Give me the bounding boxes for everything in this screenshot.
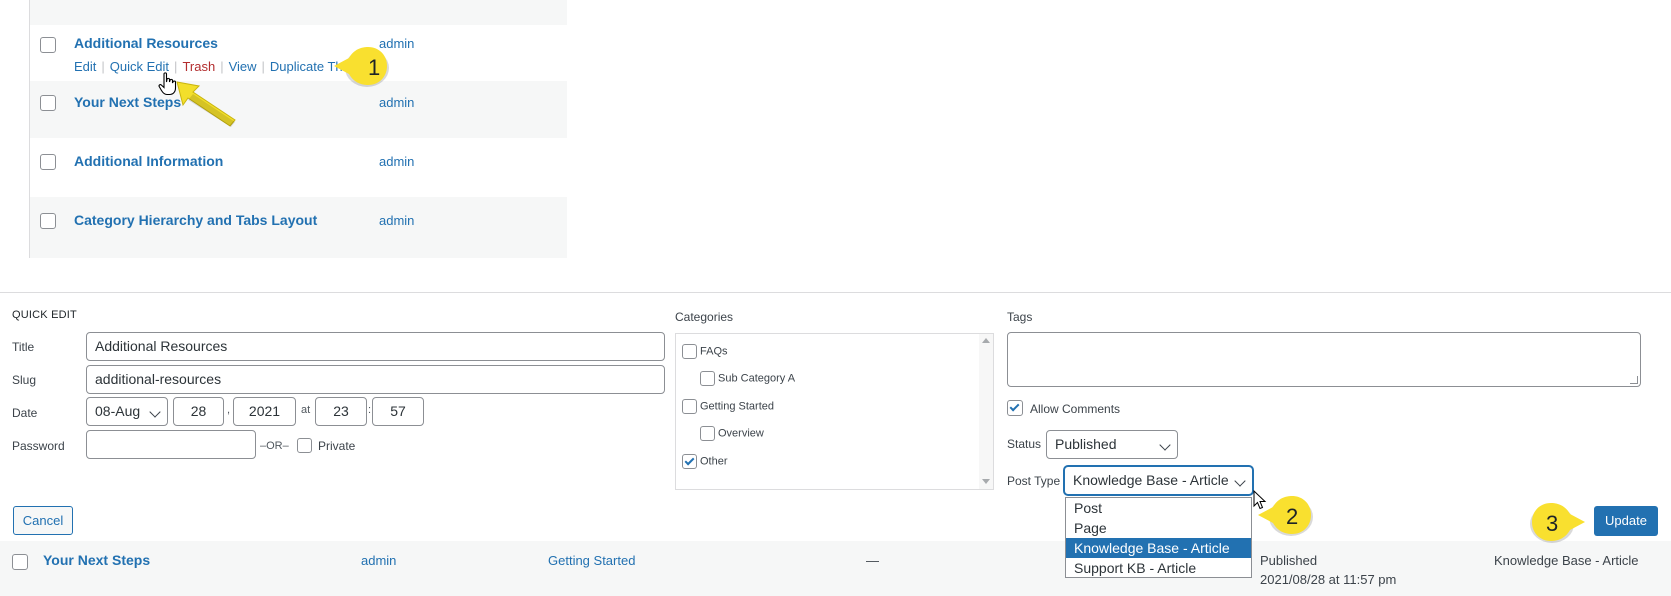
scroll-up-icon[interactable] [982,338,990,343]
chevron-down-icon [1234,475,1246,487]
post-title-link[interactable]: Category Hierarchy and Tabs Layout [74,212,317,228]
post-type-value: Knowledge Base - Article [1073,472,1229,488]
private-label: Private [318,439,356,453]
status-label: Status [1007,437,1042,451]
password-input[interactable] [86,430,256,459]
day-input[interactable]: 28 [173,397,224,426]
categories-scrollbar[interactable] [979,334,993,489]
callout-bubble-2 [1258,496,1313,536]
checkbox-icon[interactable] [682,344,697,359]
checkbox-icon[interactable] [682,454,697,469]
post-author-link[interactable]: admin [379,95,414,110]
posts-list-panel: Additional Resources admin Edit | Quick Ed… [29,0,568,258]
post-author-link[interactable]: admin [379,154,414,169]
private-checkbox[interactable] [297,438,312,453]
chevron-down-icon [149,406,161,418]
post-title-link[interactable]: Your Next Steps [74,94,181,110]
row-checkbox[interactable] [40,213,56,229]
password-label: Password [12,439,65,453]
post-status: Published [1260,553,1318,568]
table-row: Additional Information admin [30,138,568,197]
scroll-down-icon[interactable] [982,479,990,484]
checkmark-icon [684,455,695,466]
callout-number-3: 3 [1546,511,1559,536]
quick-edit-heading: QUICK EDIT [12,309,77,321]
checkbox-icon[interactable] [700,426,715,441]
post-type-select[interactable]: Knowledge Base - Article [1064,466,1253,495]
divider [0,292,1671,293]
hour-input[interactable]: 23 [315,397,367,426]
cancel-button[interactable]: Cancel [13,506,73,535]
yellow-arrow-icon [176,81,236,127]
slug-label: Slug [12,373,37,387]
allow-comments-checkbox[interactable] [1007,400,1023,416]
date-label: Date [12,406,38,420]
month-select[interactable]: 08-Aug [86,397,168,426]
post-category-link[interactable]: Getting Started [548,553,635,568]
post-title-link[interactable]: Your Next Steps [43,552,150,568]
resize-handle-icon[interactable] [1630,376,1638,384]
status-select[interactable]: Published [1046,430,1178,459]
post-type-dropdown[interactable]: Post Page Knowledge Base - Article Suppo… [1065,497,1252,578]
categories-list[interactable]: FAQs Sub Category A Getting Started Over… [675,333,994,490]
category-item-getting-started[interactable]: Getting Started [682,399,774,414]
post-datetime: 2021/08/28 at 11:57 pm [1260,572,1397,587]
category-item-other[interactable]: Other [682,454,728,469]
edit-link[interactable]: Edit [74,59,96,74]
categories-label: Categories [675,310,734,324]
tags-label: Tags [1007,310,1033,324]
category-item-overview[interactable]: Overview [700,426,764,441]
post-author-link[interactable]: admin [379,213,414,228]
post-type-option-support-kb[interactable]: Support KB - Article [1066,558,1251,578]
row-checkbox[interactable] [40,154,56,170]
trash-link[interactable]: Trash [182,59,215,74]
year-input[interactable]: 2021 [233,397,296,426]
row-checkbox[interactable] [40,37,56,53]
post-title-link[interactable]: Additional Resources [74,35,218,51]
title-label: Title [12,340,35,354]
post-type-option-page[interactable]: Page [1066,518,1251,538]
minute-input[interactable]: 57 [372,397,424,426]
post-type-label: Post Type [1007,474,1061,488]
update-button[interactable]: Update [1594,506,1658,536]
callout-number-1: 1 [368,55,381,80]
month-value: 08-Aug [95,403,141,419]
post-type-option-post[interactable]: Post [1066,498,1251,518]
status-value: Published [1055,436,1117,452]
chevron-down-icon [1159,439,1171,451]
date-colon: : [368,404,372,416]
table-row: Your Next Steps admin [30,81,568,138]
callout-bubble-1 [334,47,389,87]
category-item-sub-category-a[interactable]: Sub Category A [700,371,795,386]
post-type-option-kb-article[interactable]: Knowledge Base - Article [1066,538,1251,558]
checkbox-icon[interactable] [682,399,697,414]
table-row: Category Hierarchy and Tabs Layout admin [30,197,568,258]
post-author-link[interactable]: admin [361,553,396,568]
checkbox-icon[interactable] [700,371,715,386]
date-comma: , [227,404,231,416]
row-checkbox[interactable] [12,554,28,570]
view-link[interactable]: View [229,59,257,74]
table-row: Your Next Steps admin Getting Started — … [0,541,1671,596]
row-checkbox[interactable] [40,95,56,111]
row-actions: Edit | Quick Edit | Trash | View | Duplicate Thi… [74,59,353,74]
category-item-faqs[interactable]: FAQs [682,344,728,359]
title-input[interactable]: Additional Resources [86,332,665,361]
post-type-cell: Knowledge Base - Article [1494,553,1639,568]
post-title-link[interactable]: Additional Information [74,153,223,169]
checkmark-icon [1009,401,1020,412]
slug-input[interactable]: additional-resources [86,365,665,394]
callout-number-2: 2 [1286,504,1299,529]
post-tags: — [866,553,879,568]
or-text: –OR– [260,440,289,452]
tags-textarea[interactable] [1007,332,1641,387]
allow-comments-label: Allow Comments [1030,402,1121,416]
date-at-label: at [301,404,311,416]
